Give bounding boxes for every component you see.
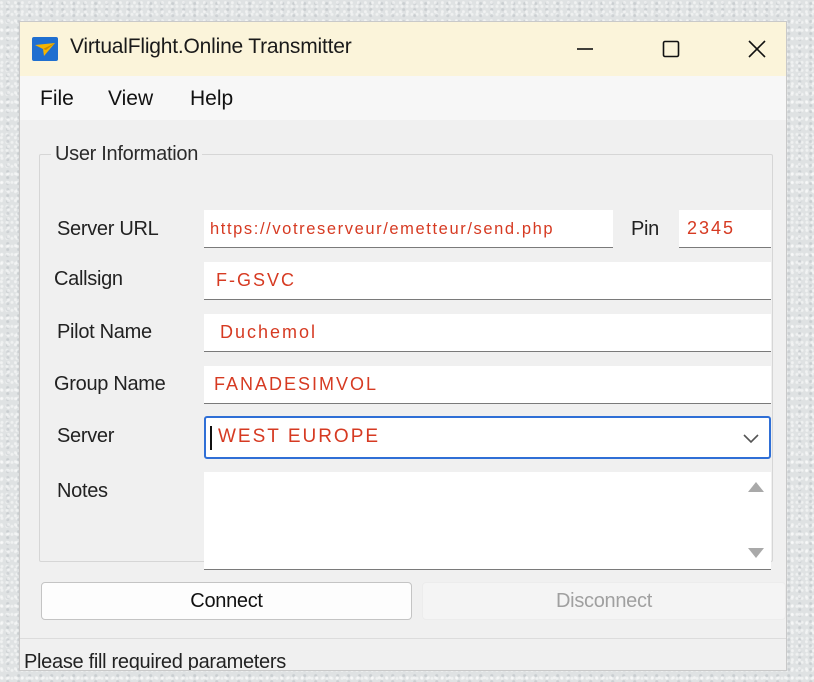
- notes-scrollbar[interactable]: [741, 472, 771, 569]
- server-select[interactable]: WEST EUROPE: [204, 416, 771, 459]
- group-name-input[interactable]: FANADESIMVOL: [204, 366, 771, 404]
- minimize-icon: [577, 48, 593, 50]
- chevron-down-icon[interactable]: [741, 428, 761, 448]
- disconnect-button[interactable]: Disconnect: [422, 582, 786, 620]
- server-url-input[interactable]: https://votreserveur/emetteur/send.php: [204, 210, 613, 248]
- pilot-name-label: Pilot Name: [57, 321, 152, 343]
- text-caret: [210, 426, 212, 450]
- callsign-input[interactable]: F-GSVC: [204, 262, 771, 300]
- menu-bar: File View Help: [20, 76, 786, 120]
- menu-help[interactable]: Help: [190, 87, 233, 111]
- menu-view[interactable]: View: [108, 87, 153, 111]
- server-label: Server: [57, 425, 115, 447]
- paper-plane-icon: [32, 37, 58, 61]
- server-select-value: WEST EUROPE: [218, 426, 381, 447]
- scroll-up-icon[interactable]: [748, 482, 764, 492]
- connect-button[interactable]: Connect: [41, 582, 412, 620]
- pilot-name-value: Duchemol: [220, 322, 318, 342]
- pin-value: 2345: [687, 218, 736, 238]
- menu-file[interactable]: File: [40, 87, 74, 111]
- group-name-label: Group Name: [54, 373, 166, 395]
- status-text: Please fill required parameters: [24, 651, 286, 670]
- minimize-button[interactable]: [550, 22, 620, 76]
- maximize-button[interactable]: [636, 22, 706, 76]
- form-panel: User Information Server URL https://votr…: [20, 120, 786, 670]
- pilot-name-input[interactable]: Duchemol: [204, 314, 771, 352]
- notes-label: Notes: [57, 480, 108, 502]
- window-title: VirtualFlight.Online Transmitter: [70, 35, 352, 58]
- close-icon: [748, 40, 766, 58]
- pin-input[interactable]: 2345: [679, 210, 771, 248]
- callsign-label: Callsign: [54, 268, 123, 290]
- app-window: VirtualFlight.Online Transmitter File Vi…: [20, 22, 786, 670]
- callsign-value: F-GSVC: [216, 270, 297, 290]
- status-bar: Please fill required parameters: [20, 638, 786, 670]
- title-bar[interactable]: VirtualFlight.Online Transmitter: [20, 22, 786, 76]
- notes-textarea[interactable]: [204, 472, 771, 570]
- group-name-value: FANADESIMVOL: [214, 374, 379, 394]
- close-button[interactable]: [722, 22, 786, 76]
- pin-label: Pin: [631, 218, 660, 240]
- maximize-icon: [662, 40, 680, 58]
- server-url-label: Server URL: [57, 218, 159, 240]
- server-url-value: https://votreserveur/emetteur/send.php: [210, 220, 555, 238]
- scroll-down-icon[interactable]: [748, 548, 764, 558]
- group-title: User Information: [51, 143, 203, 166]
